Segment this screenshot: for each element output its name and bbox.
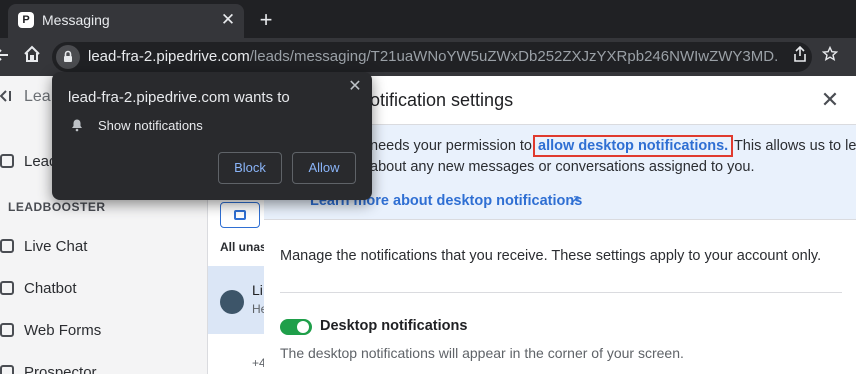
popup-title: lead-fra-2.pipedrive.com wants to: [68, 89, 290, 106]
new-tab-button[interactable]: +: [256, 8, 276, 32]
sidebar-item-chatbot[interactable]: Chatbot: [0, 275, 208, 303]
address-bar[interactable]: lead-fra-2.pipedrive.com/leads/messaging…: [52, 42, 812, 72]
tab-title: Messaging: [42, 12, 110, 28]
inbox-icon: [234, 210, 246, 220]
sidebar-item-label: Web Forms: [24, 322, 102, 339]
share-icon[interactable]: [788, 45, 812, 69]
leads-icon: [0, 154, 14, 168]
sidebar-item-label: Live Chat: [24, 238, 88, 255]
allow-desktop-notifications-link[interactable]: allow desktop notifications.: [533, 135, 734, 157]
permission-text: Show notifications: [98, 118, 203, 133]
popup-close-icon[interactable]: ✕: [346, 78, 364, 96]
sidebar-item-live-chat[interactable]: Live Chat: [0, 233, 208, 261]
browser-tabstrip: P Messaging ✕ +: [0, 0, 856, 38]
prospector-icon: [0, 365, 14, 374]
url-text: lead-fra-2.pipedrive.com/leads/messaging…: [88, 49, 778, 65]
collapse-sidebar-icon[interactable]: [0, 88, 12, 109]
site-info-icon[interactable]: [56, 45, 80, 69]
list-item[interactable]: Li He: [208, 266, 267, 334]
avatar: [220, 290, 244, 314]
browser-tab[interactable]: P Messaging ✕: [8, 4, 244, 38]
external-link-icon: ↗: [568, 192, 581, 209]
list-item-title: Li: [252, 282, 263, 298]
star-icon[interactable]: [818, 45, 842, 69]
manage-description: Manage the notifications that you receiv…: [280, 248, 822, 264]
sidebar-item-label: Prospector: [24, 364, 97, 374]
banner-text-pre: needs your permission to: [370, 138, 537, 154]
sidebar-item-prospector[interactable]: Prospector: [0, 359, 208, 374]
block-button[interactable]: Block: [218, 152, 282, 184]
back-icon[interactable]: [0, 45, 14, 69]
notification-permission-popup: lead-fra-2.pipedrive.com wants to ✕ Show…: [52, 72, 372, 200]
bell-icon: [70, 118, 84, 132]
url-host: lead-fra-2.pipedrive.com: [88, 49, 250, 65]
live-chat-icon: [0, 239, 14, 253]
sidebar-item-web-forms[interactable]: Web Forms: [0, 317, 208, 345]
url-path: /leads/messaging/T21uaWNoYW5uZWxDb252ZXJ…: [249, 49, 778, 65]
inbox-view-button[interactable]: [220, 202, 260, 228]
home-icon[interactable]: [20, 45, 44, 69]
browser-toolbar: lead-fra-2.pipedrive.com/leads/messaging…: [0, 38, 856, 76]
desktop-notifications-toggle[interactable]: [280, 319, 312, 335]
desktop-notifications-label: Desktop notifications: [320, 318, 468, 334]
divider: [280, 292, 842, 293]
desktop-notifications-description: The desktop notifications will appear in…: [280, 345, 684, 361]
tab-close-icon[interactable]: ✕: [220, 11, 236, 28]
toggle-knob: [297, 321, 309, 333]
close-icon[interactable]: ✕: [818, 88, 842, 112]
banner-text-post: This allows us to let: [730, 138, 856, 154]
list-filter-label[interactable]: All unas: [220, 240, 267, 254]
modal-title: otification settings: [370, 90, 514, 110]
chatbot-icon: [0, 281, 14, 295]
banner-text: needs your permission to allow desktop n…: [370, 135, 856, 157]
pipedrive-favicon-icon: P: [18, 12, 34, 28]
web-forms-icon: [0, 323, 14, 337]
allow-button[interactable]: Allow: [292, 152, 356, 184]
banner-text-line2: about any new messages or conversations …: [370, 159, 755, 175]
sidebar-item-label: Chatbot: [24, 280, 77, 297]
sidebar-section-title: LEADBOOSTER: [8, 200, 106, 214]
sidebar-header-label: Lea: [24, 88, 51, 105]
